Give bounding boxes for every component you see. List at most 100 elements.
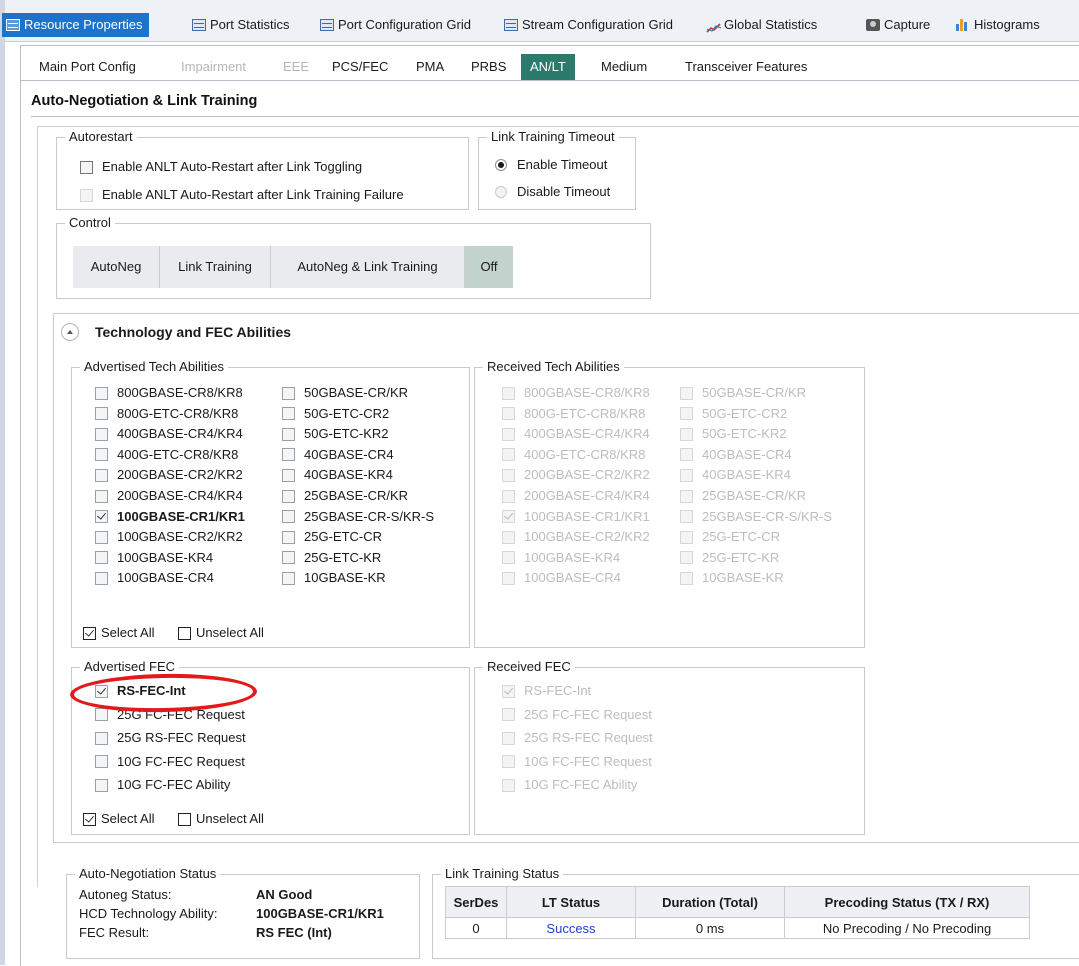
tab-stream-configuration-grid[interactable]: Stream Configuration Grid — [504, 14, 673, 36]
checkbox[interactable] — [502, 489, 515, 503]
checkbox[interactable] — [95, 571, 108, 585]
checkbox-option[interactable]: 100GBASE-CR2/KR2 — [95, 528, 243, 546]
autoneg-link-training-button[interactable]: AutoNeg & Link Training — [271, 246, 465, 288]
checkbox[interactable] — [80, 160, 93, 174]
tab-eee[interactable]: EEE — [283, 54, 309, 80]
tab-port-configuration-grid[interactable]: Port Configuration Grid — [320, 14, 471, 36]
checkbox[interactable] — [680, 530, 693, 544]
tab-impairment[interactable]: Impairment — [181, 54, 246, 80]
radio-button[interactable] — [495, 186, 507, 198]
checkbox[interactable] — [95, 778, 108, 792]
checkbox-option[interactable]: 10GBASE-KR — [680, 569, 784, 587]
checkbox[interactable] — [282, 510, 295, 524]
checkbox-option[interactable]: 400GBASE-CR4/KR4 — [502, 425, 650, 443]
collapse-chevron-icon[interactable] — [61, 323, 79, 341]
checkbox-option[interactable]: 200GBASE-CR4/KR4 — [95, 487, 243, 505]
checkbox[interactable] — [282, 407, 295, 421]
checkbox-option[interactable]: RS-FEC-Int — [502, 682, 591, 700]
checkbox[interactable] — [282, 551, 295, 565]
checkbox-option[interactable]: 10G FC-FEC Ability — [502, 776, 637, 794]
checkbox-option[interactable]: 25GBASE-CR/KR — [680, 487, 806, 505]
checkbox[interactable] — [502, 684, 515, 698]
checkbox[interactable] — [680, 551, 693, 565]
checkbox[interactable] — [178, 626, 191, 640]
tab-resource-properties[interactable]: Resource Properties — [2, 13, 149, 37]
checkbox-option[interactable]: 40GBASE-CR4 — [282, 446, 394, 464]
checkbox-option[interactable]: 800GBASE-CR8/KR8 — [502, 384, 650, 402]
checkbox[interactable] — [282, 386, 295, 400]
checkbox-option[interactable]: 25GBASE-CR/KR — [282, 487, 408, 505]
checkbox[interactable] — [502, 468, 515, 482]
checkbox[interactable] — [502, 448, 515, 462]
checkbox-option[interactable]: 10G FC-FEC Ability — [95, 776, 230, 794]
checkbox-option[interactable]: 50G-ETC-CR2 — [680, 405, 787, 423]
link-training-button[interactable]: Link Training — [160, 246, 271, 288]
checkbox[interactable] — [95, 510, 108, 524]
tab-transceiver-features[interactable]: Transceiver Features — [685, 54, 807, 80]
tab-global-statistics[interactable]: Global Statistics — [706, 14, 817, 36]
checkbox-option[interactable]: 800G-ETC-CR8/KR8 — [95, 405, 238, 423]
autorestart-link-toggling-option[interactable]: Enable ANLT Auto-Restart after Link Togg… — [80, 158, 362, 176]
tab-an-lt[interactable]: AN/LT — [521, 54, 575, 80]
checkbox[interactable] — [95, 530, 108, 544]
checkbox[interactable] — [502, 731, 515, 745]
checkbox-option[interactable]: 40GBASE-CR4 — [680, 446, 792, 464]
tab-capture[interactable]: Capture — [866, 14, 930, 36]
tab-histograms[interactable]: Histograms — [956, 14, 1040, 36]
checkbox[interactable] — [680, 448, 693, 462]
tab-pma[interactable]: PMA — [416, 54, 444, 80]
checkbox-option[interactable]: 25G-ETC-CR — [680, 528, 780, 546]
checkbox-option[interactable]: 25GBASE-CR-S/KR-S — [282, 508, 434, 526]
tab-prbs[interactable]: PRBS — [471, 54, 506, 80]
adv-tech-select-all[interactable]: Select All — [83, 624, 154, 642]
checkbox-option[interactable]: 800GBASE-CR8/KR8 — [95, 384, 243, 402]
checkbox-option[interactable]: 50G-ETC-KR2 — [680, 425, 787, 443]
radio-button[interactable] — [495, 159, 507, 171]
checkbox[interactable] — [502, 571, 515, 585]
autoneg-button[interactable]: AutoNeg — [73, 246, 160, 288]
checkbox-option[interactable]: 100GBASE-CR4 — [95, 569, 214, 587]
checkbox[interactable] — [95, 708, 108, 721]
checkbox-option[interactable]: 40GBASE-KR4 — [282, 466, 393, 484]
tab-main-port-config[interactable]: Main Port Config — [39, 54, 136, 80]
checkbox[interactable] — [680, 468, 693, 482]
checkbox[interactable] — [282, 489, 295, 503]
checkbox[interactable] — [680, 510, 693, 524]
checkbox[interactable] — [282, 448, 295, 462]
checkbox[interactable] — [680, 427, 693, 441]
checkbox-option[interactable]: 100GBASE-CR1/KR1 — [95, 508, 245, 526]
checkbox-option[interactable]: 100GBASE-CR2/KR2 — [502, 528, 650, 546]
checkbox[interactable] — [680, 571, 693, 585]
checkbox[interactable] — [502, 708, 515, 721]
checkbox[interactable] — [282, 530, 295, 544]
checkbox-option[interactable]: 50G-ETC-CR2 — [282, 405, 389, 423]
checkbox-option[interactable]: 50GBASE-CR/KR — [680, 384, 806, 402]
table-row[interactable]: 0 Success 0 ms No Precoding / No Precodi… — [445, 917, 1030, 939]
checkbox[interactable] — [502, 551, 515, 565]
checkbox-option[interactable]: 100GBASE-CR1/KR1 — [502, 508, 650, 526]
checkbox[interactable] — [502, 755, 515, 768]
checkbox-option[interactable]: 100GBASE-KR4 — [95, 549, 213, 567]
checkbox[interactable] — [80, 188, 93, 202]
checkbox[interactable] — [95, 489, 108, 503]
checkbox-option[interactable]: 10GBASE-KR — [282, 569, 386, 587]
checkbox-option[interactable]: 25GBASE-CR-S/KR-S — [680, 508, 832, 526]
checkbox-option[interactable]: 100GBASE-CR4 — [502, 569, 621, 587]
checkbox[interactable] — [502, 407, 515, 421]
checkbox[interactable] — [282, 468, 295, 482]
checkbox[interactable] — [95, 551, 108, 565]
checkbox-option[interactable]: 25G-ETC-CR — [282, 528, 382, 546]
checkbox[interactable] — [502, 530, 515, 544]
checkbox[interactable] — [178, 812, 191, 826]
checkbox-option[interactable]: 50GBASE-CR/KR — [282, 384, 408, 402]
checkbox[interactable] — [502, 510, 515, 524]
lt-status-cell[interactable]: Success — [506, 917, 636, 939]
adv-tech-unselect-all[interactable]: Unselect All — [178, 624, 264, 642]
off-button[interactable]: Off — [465, 246, 513, 288]
checkbox[interactable] — [83, 626, 96, 640]
tab-pcs-fec[interactable]: PCS/FEC — [332, 54, 388, 80]
checkbox-option[interactable]: 200GBASE-CR4/KR4 — [502, 487, 650, 505]
checkbox-option[interactable]: 400G-ETC-CR8/KR8 — [502, 446, 645, 464]
autorestart-lt-failure-option[interactable]: Enable ANLT Auto-Restart after Link Trai… — [80, 186, 404, 204]
checkbox[interactable] — [680, 407, 693, 421]
